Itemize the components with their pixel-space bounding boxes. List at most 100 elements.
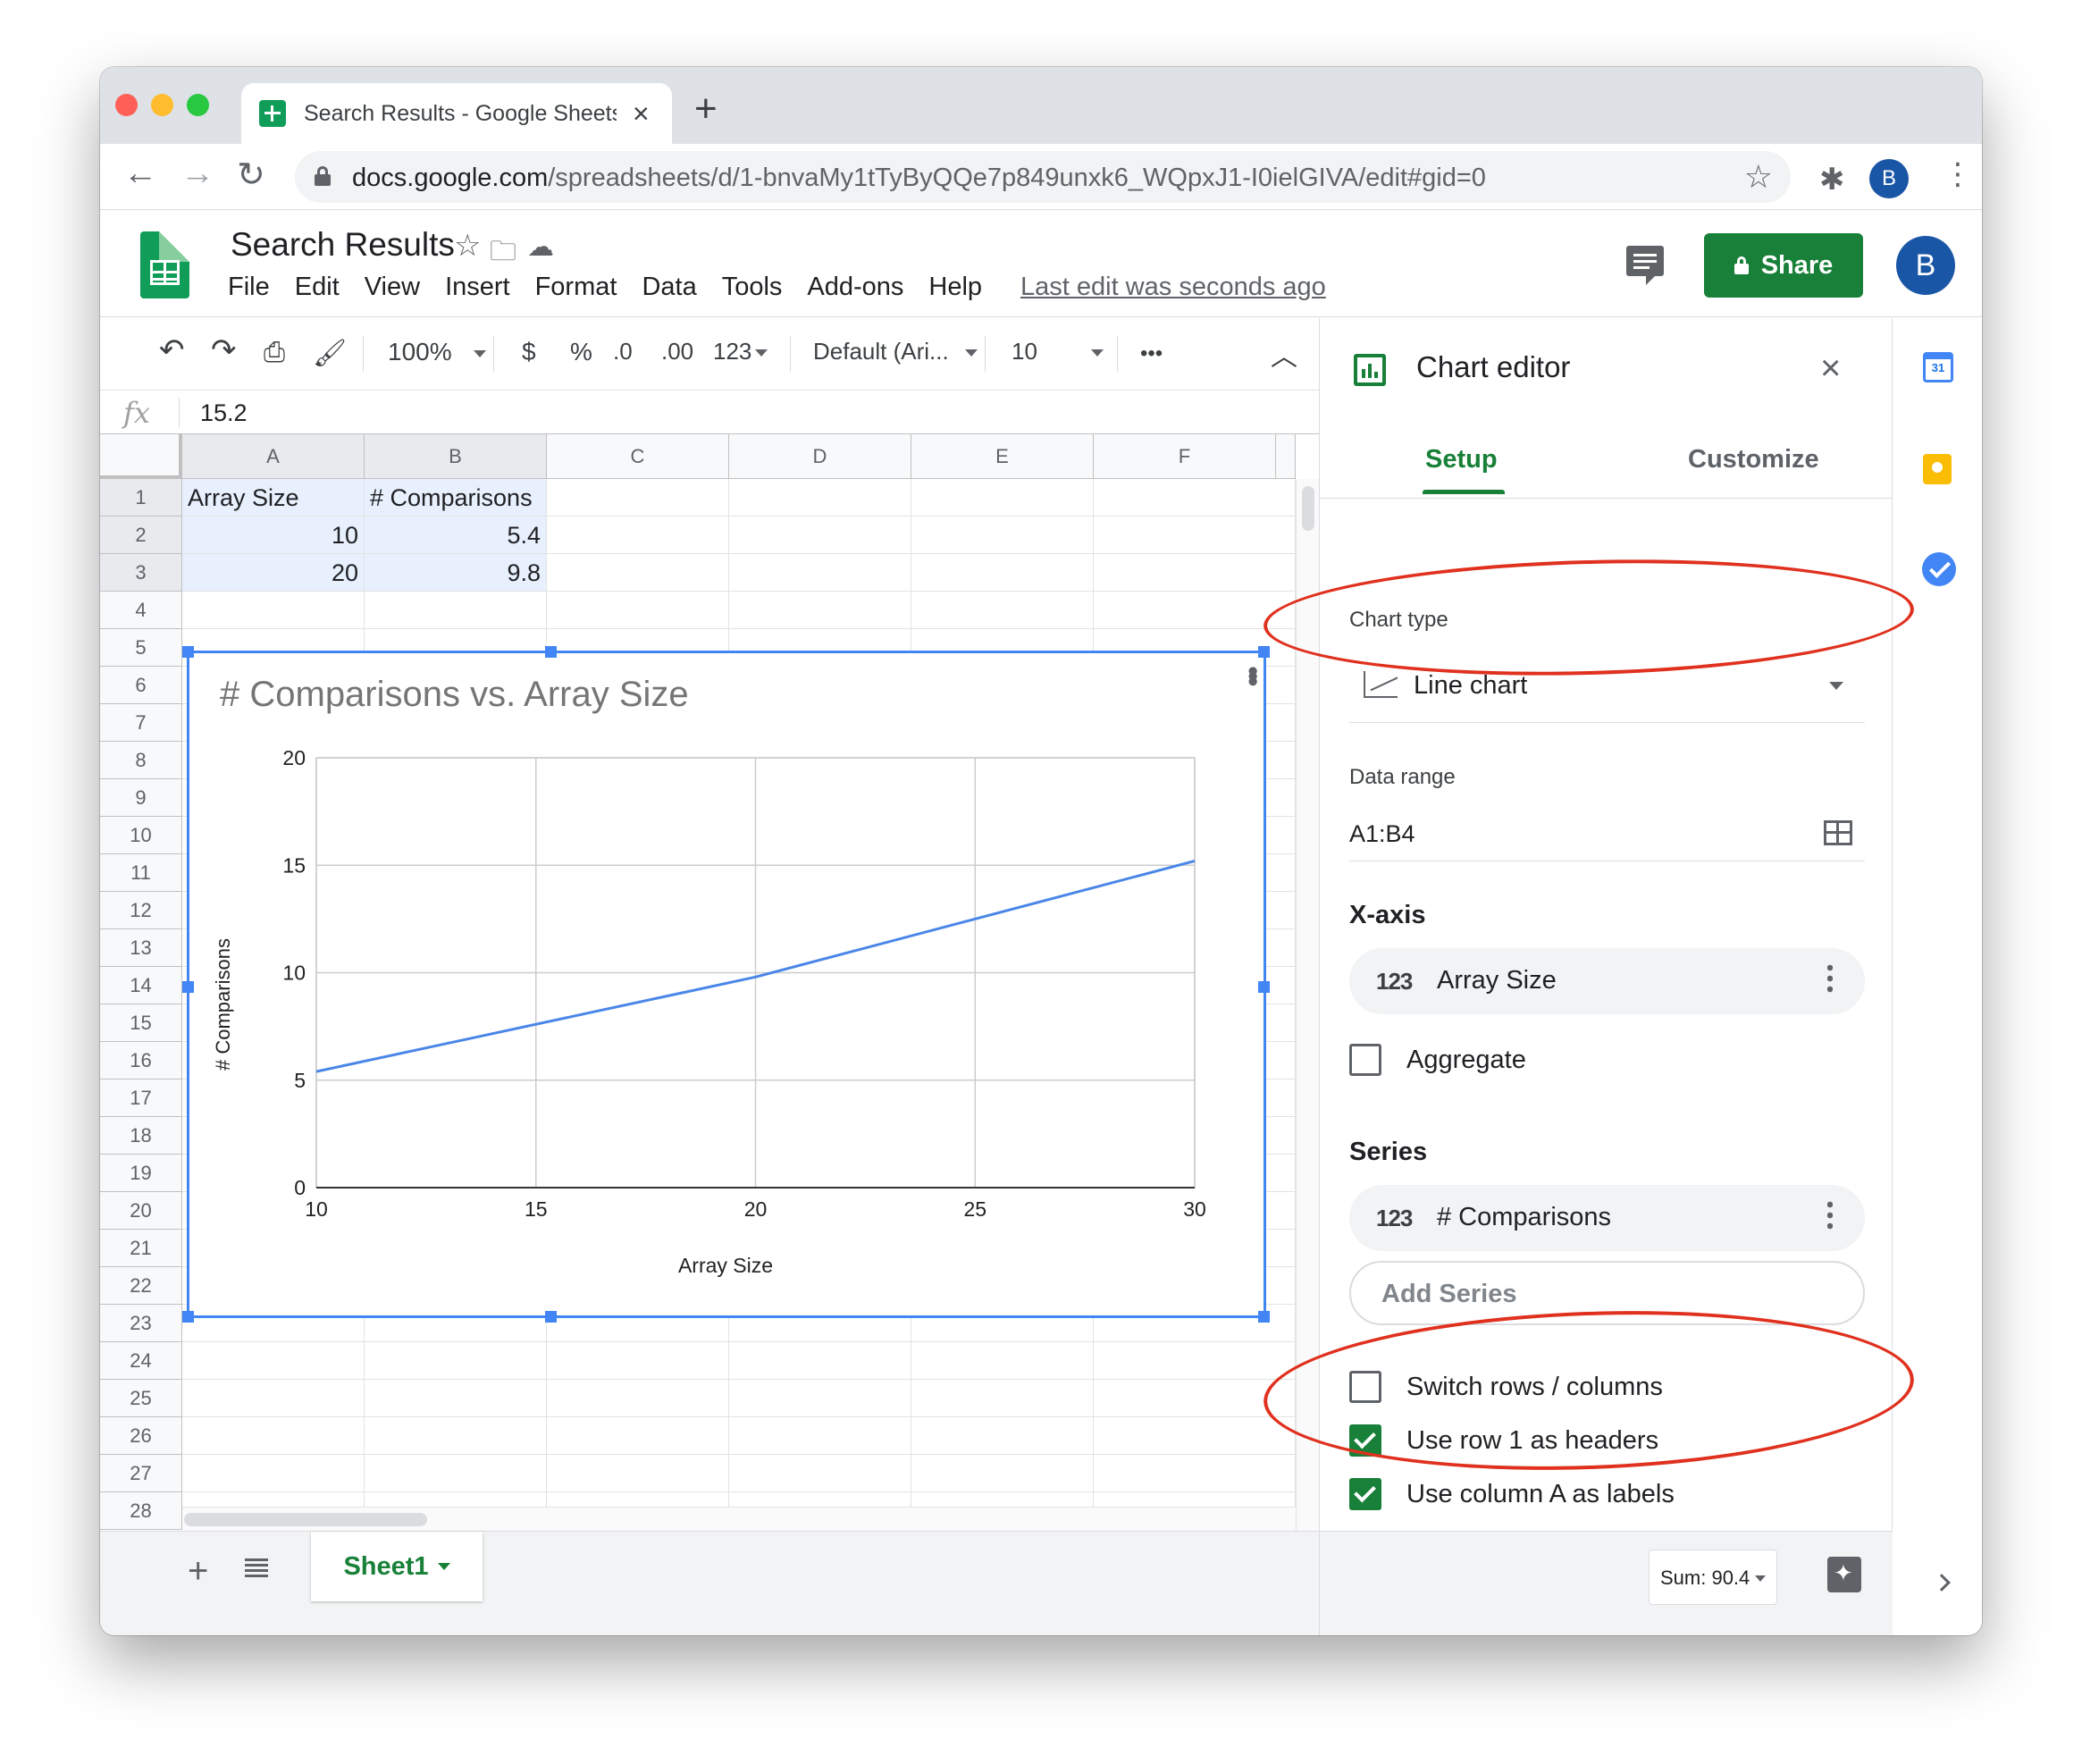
sheet-tab-chevron-down-icon[interactable] [437,1563,450,1570]
more-tools-icon[interactable]: ••• [1140,341,1163,366]
x-axis-more-icon[interactable] [1827,962,1833,993]
sum-selector[interactable]: Sum: 90.4 [1649,1550,1777,1605]
grid-cell[interactable] [729,592,911,629]
row-header-7[interactable]: 7 [100,704,182,742]
row-header-21[interactable]: 21 [100,1230,182,1267]
paint-format-icon[interactable]: 🖌 [313,338,347,369]
grid-cell[interactable] [911,1380,1094,1417]
grid-cell[interactable] [729,554,911,592]
row-header-20[interactable]: 20 [100,1192,182,1230]
grid-cell[interactable] [729,479,911,517]
grid-cell[interactable] [1094,479,1296,517]
calendar-icon[interactable]: 31 [1923,352,1953,382]
back-arrow-icon[interactable]: ← [123,155,157,193]
chart-resize-handle[interactable] [182,1311,194,1323]
select-all-corner[interactable] [100,434,182,479]
cell-b1[interactable]: # Comparisons [365,479,547,517]
menu-edit[interactable]: Edit [295,273,340,302]
account-avatar[interactable]: B [1896,236,1955,295]
browser-profile-avatar[interactable]: B [1869,159,1909,198]
row-header-26[interactable]: 26 [100,1417,182,1455]
add-sheet-button[interactable]: + [188,1551,208,1592]
comment-history-icon[interactable] [1626,246,1664,285]
cell-a2[interactable]: 10 [182,517,365,554]
grid-cell[interactable] [547,517,729,554]
tab-customize[interactable]: Customize [1688,445,1819,475]
chart-resize-handle[interactable] [182,981,194,993]
percent-format-button[interactable]: % [570,338,592,366]
column-header-b[interactable]: B [365,434,547,479]
row-header-22[interactable]: 22 [100,1267,182,1305]
grid-cell[interactable] [1094,517,1296,554]
sheet-tab-sheet1[interactable]: Sheet1 [311,1532,483,1601]
row-header-28[interactable]: 28 [100,1492,182,1530]
horizontal-scrollbar[interactable] [182,1507,1296,1531]
select-range-grid-icon[interactable] [1824,820,1852,845]
tasks-icon[interactable] [1922,552,1956,586]
print-icon[interactable]: ⎙ [264,338,285,368]
menu-file[interactable]: File [228,273,270,302]
cell-b3[interactable]: 9.8 [365,554,547,592]
column-header-f[interactable]: F [1094,434,1276,479]
embedded-line-chart[interactable]: # Comparisons vs. Array Size ••• 0 5 10 15 2… [182,646,1270,1323]
collapse-chevron-up-icon[interactable]: ︿ [1271,334,1297,374]
zoom-window-button[interactable] [187,94,209,116]
grid-cell[interactable] [365,1342,547,1380]
row-header-14[interactable]: 14 [100,967,182,1004]
decrease-decimals-button[interactable]: .0 [613,338,633,365]
font-family-select[interactable]: Default (Ari... [813,338,978,365]
more-formats-select[interactable]: 123 [713,338,768,365]
cell-b2[interactable]: 5.4 [365,517,547,554]
menu-insert[interactable]: Insert [445,273,510,302]
share-button[interactable]: Share [1704,233,1863,298]
row-header-3[interactable]: 3 [100,554,182,592]
data-range-input[interactable]: A1:B4 [1349,806,1865,861]
grid-cell[interactable] [547,1417,729,1455]
menu-format[interactable]: Format [535,273,617,302]
increase-decimals-button[interactable]: .00 [661,338,693,365]
star-icon[interactable]: ☆ [454,228,481,264]
row-header-27[interactable]: 27 [100,1455,182,1492]
grid-cell[interactable] [911,479,1094,517]
last-edit-link[interactable]: Last edit was seconds ago [1020,273,1326,302]
zoom-select[interactable]: 100% [388,338,486,366]
all-sheets-list-icon[interactable] [245,1558,268,1578]
font-size-select[interactable]: 10 [1012,338,1104,365]
row-header-4[interactable]: 4 [100,592,182,629]
menu-help[interactable]: Help [928,273,982,302]
grid-cell[interactable] [365,1417,547,1455]
bookmark-star-icon[interactable]: ☆ [1744,158,1773,196]
series-chip[interactable]: 123 # Comparisons [1349,1185,1865,1251]
row-header-13[interactable]: 13 [100,929,182,967]
expand-chevron-right-icon[interactable] [1933,1574,1951,1592]
cell-a1[interactable]: Array Size [182,479,365,517]
url-omnibox[interactable]: docs.google.com/spreadsheets/d/1-bnvaMy1… [295,151,1791,203]
grid-cell[interactable] [547,592,729,629]
row-header-23[interactable]: 23 [100,1305,182,1342]
row-header-6[interactable]: 6 [100,667,182,704]
formula-input[interactable]: 15.2 [200,399,248,427]
grid-cell[interactable] [911,1455,1094,1492]
tab-setup[interactable]: Setup [1425,445,1498,475]
move-folder-icon[interactable]: 🗀 [490,231,516,277]
row-header-11[interactable]: 11 [100,854,182,892]
document-title[interactable]: Search Results [231,226,455,264]
sheets-logo-icon[interactable] [140,231,189,298]
grid-cell[interactable] [547,479,729,517]
grid-cell[interactable] [911,592,1094,629]
currency-format-button[interactable]: $ [522,338,536,366]
grid-cell[interactable] [1094,554,1296,592]
close-editor-icon[interactable]: × [1820,349,1841,389]
grid-cell[interactable] [182,592,365,629]
grid-cell[interactable] [547,1380,729,1417]
cell-a3[interactable]: 20 [182,554,365,592]
grid-cell[interactable] [729,1342,911,1380]
browser-menu-icon[interactable]: ⋮ [1943,156,1973,192]
grid-cell[interactable] [365,1380,547,1417]
grid-cell[interactable] [1094,1417,1296,1455]
menu-tools[interactable]: Tools [722,273,783,302]
grid-cell[interactable] [182,1417,365,1455]
grid-cell[interactable] [182,1380,365,1417]
series-more-icon[interactable] [1827,1199,1833,1230]
chart-resize-handle[interactable] [545,646,557,658]
